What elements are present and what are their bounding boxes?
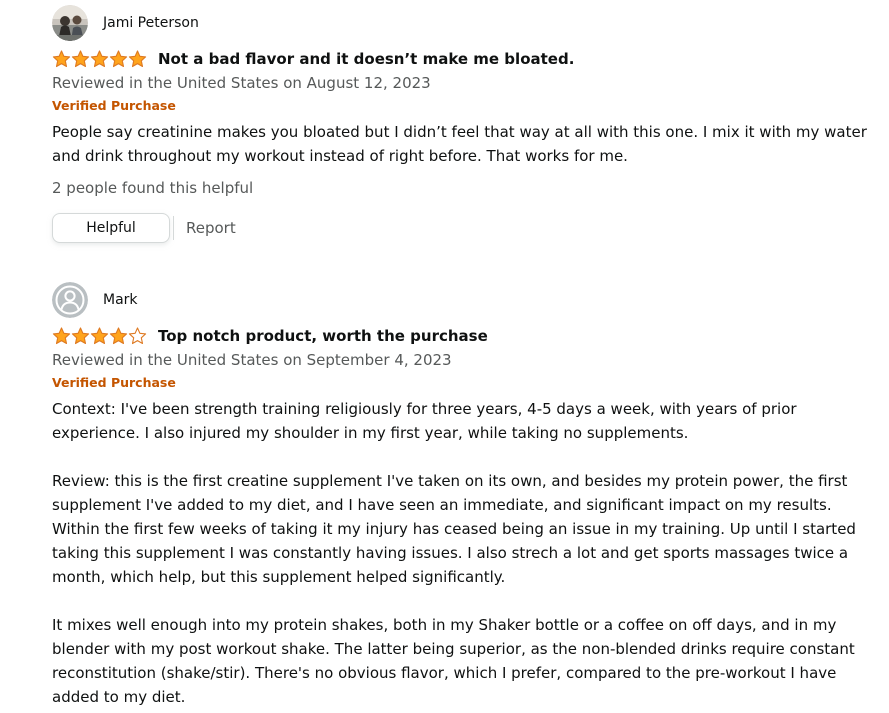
reviewer-profile[interactable]: Jami Peterson bbox=[52, 5, 872, 41]
star-rating[interactable] bbox=[52, 327, 148, 345]
review-card: Jami Peterson Not a bad flavor and it do… bbox=[52, 5, 872, 244]
reviewer-name[interactable]: Jami Peterson bbox=[103, 14, 199, 32]
reviewer-profile[interactable]: Mark bbox=[52, 282, 872, 318]
star-filled-icon bbox=[90, 50, 109, 68]
star-filled-icon bbox=[109, 50, 128, 68]
star-filled-icon bbox=[71, 50, 90, 68]
star-filled-icon bbox=[71, 327, 90, 345]
review-body: People say creatinine makes you bloated … bbox=[52, 120, 872, 168]
review-card: Mark Top notch product, worth the purcha… bbox=[52, 282, 872, 709]
reviewer-name[interactable]: Mark bbox=[103, 291, 138, 309]
review-title[interactable]: Top notch product, worth the purchase bbox=[158, 325, 488, 347]
star-filled-icon bbox=[52, 50, 71, 68]
review-title[interactable]: Not a bad flavor and it doesn’t make me … bbox=[158, 48, 574, 70]
review-paragraph: People say creatinine makes you bloated … bbox=[52, 123, 867, 165]
verified-purchase-badge: Verified Purchase bbox=[52, 98, 176, 113]
review-paragraph: It mixes well enough into my protein sha… bbox=[52, 616, 855, 706]
review-date: Reviewed in the United States on August … bbox=[52, 74, 431, 92]
review-title-row: Top notch product, worth the purchase bbox=[52, 324, 872, 348]
star-rating[interactable] bbox=[52, 50, 148, 68]
star-filled-icon bbox=[128, 50, 147, 68]
report-link[interactable]: Report bbox=[186, 219, 236, 237]
star-empty-icon bbox=[128, 327, 147, 345]
star-filled-icon bbox=[52, 327, 71, 345]
helpful-button[interactable]: Helpful bbox=[52, 213, 170, 243]
verified-purchase-badge: Verified Purchase bbox=[52, 375, 176, 390]
review-actions: Helpful Report bbox=[52, 212, 872, 244]
review-title-row: Not a bad flavor and it doesn’t make me … bbox=[52, 47, 872, 71]
star-filled-icon bbox=[109, 327, 128, 345]
review-date: Reviewed in the United States on Septemb… bbox=[52, 351, 452, 369]
default-user-avatar-icon[interactable] bbox=[52, 282, 88, 318]
star-filled-icon bbox=[90, 327, 109, 345]
user-photo-avatar[interactable] bbox=[52, 5, 88, 41]
action-divider bbox=[173, 216, 174, 240]
review-paragraph: Review: this is the first creatine suppl… bbox=[52, 472, 856, 586]
review-body: Context: I've been strength training rel… bbox=[52, 397, 872, 709]
review-paragraph: Context: I've been strength training rel… bbox=[52, 400, 797, 442]
helpful-count: 2 people found this helpful bbox=[52, 179, 254, 197]
